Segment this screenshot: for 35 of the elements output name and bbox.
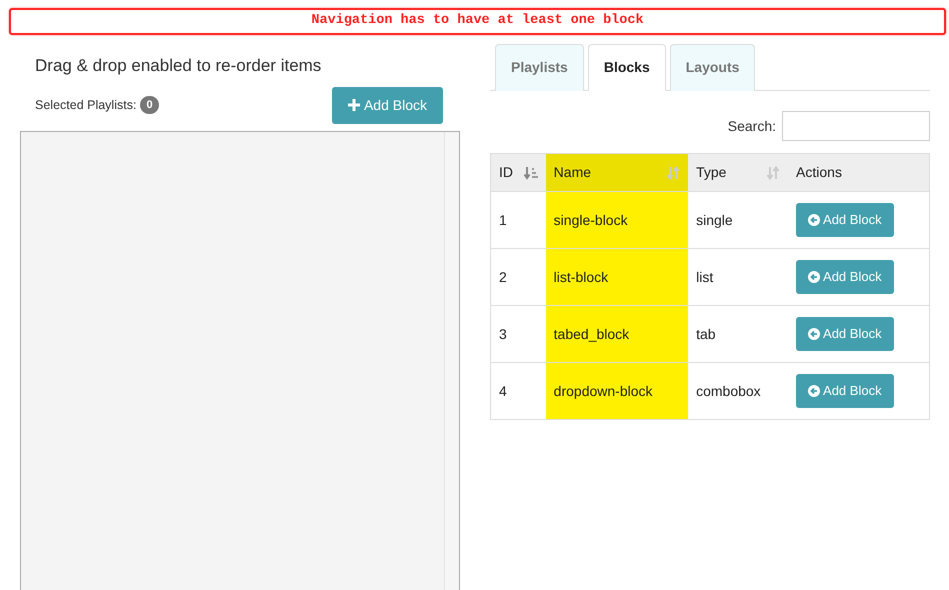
tab[interactable]: Playlists [495,44,584,91]
table-cell: combobox [696,382,761,398]
table-cell: dropdown-block [554,382,653,398]
column-header[interactable]: Name [554,162,592,183]
tab[interactable]: Layouts [670,44,756,91]
search-label: Search: [728,116,776,136]
column-header[interactable]: ID [499,162,513,183]
plus-icon [348,99,360,111]
selected-label: Selected Playlists: [35,96,136,114]
count-badge: 0 [140,96,159,114]
table-cell: 4 [499,382,507,398]
table-cell: tab [696,326,716,342]
alert-message: Navigation has to have at least one block [9,8,946,35]
drop-area[interactable] [20,130,460,590]
table-cell: tabed_block [554,326,630,342]
table-cell: 2 [499,268,507,284]
column-header-cell[interactable]: Name [546,154,688,192]
arrow-left-circle-icon [808,271,820,283]
table-cell: list [696,268,714,284]
tab[interactable]: Blocks [588,44,666,91]
panel-heading: Drag & drop enabled to re-order items [35,55,322,77]
column-header-cell[interactable]: ID [490,154,546,192]
column-header-cell[interactable]: Actions [788,154,930,192]
column-header-cell[interactable]: Type [688,154,788,192]
arrow-left-circle-icon [808,214,820,226]
table-cell: 3 [499,326,507,342]
arrow-left-circle-icon [808,385,820,397]
column-header[interactable]: Type [696,162,726,183]
arrow-left-circle-icon [808,328,820,340]
table-cell: 1 [499,212,507,228]
table-cell: single [696,212,733,228]
table-cell: list-block [554,268,608,284]
table-cell: single-block [554,212,628,228]
column-header[interactable]: Actions [796,162,842,183]
search-field[interactable] [782,111,930,141]
